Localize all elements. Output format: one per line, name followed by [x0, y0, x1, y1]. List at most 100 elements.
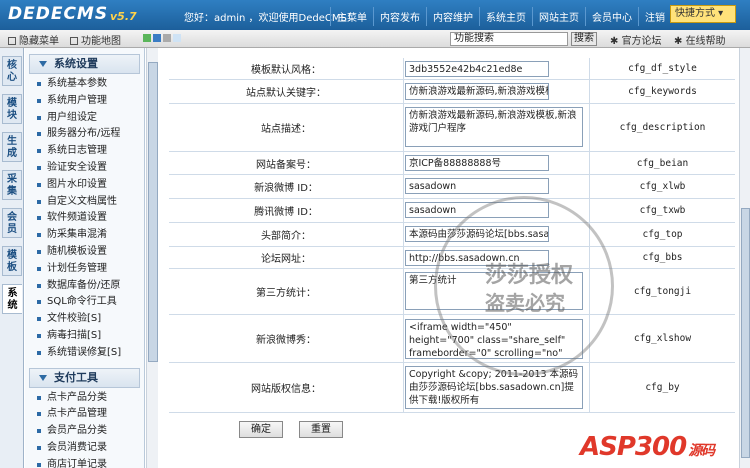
skin-swatch-green[interactable] [143, 34, 151, 42]
search-button[interactable]: 搜索 [571, 32, 597, 46]
top-nav: 主菜单 内容发布 内容维护 系统主页 网站主页 会员中心 注销 [330, 7, 671, 26]
menu-item[interactable]: 随机模板设置 [25, 244, 144, 261]
menu-item[interactable]: 服务器分布/远程 [25, 126, 144, 143]
bullet-icon [37, 233, 41, 238]
hide-menu-button[interactable]: 隐藏菜单 [8, 32, 59, 47]
nav-site-home[interactable]: 网站主页 [532, 7, 585, 26]
menu-item-label: 会员消费记录 [47, 441, 107, 453]
nav-member-center[interactable]: 会员中心 [585, 7, 638, 26]
sitemap-label: 功能地图 [81, 36, 121, 47]
menu-item-label: 点卡产品管理 [47, 408, 107, 420]
menu-item-label: 点卡产品分类 [47, 391, 107, 403]
divider [403, 104, 404, 151]
textarea[interactable]: Copyright &copy; 2011-2013 本源码由莎莎源码论坛[bb… [405, 366, 583, 409]
nav-maintain[interactable]: 内容维护 [426, 7, 479, 26]
nav-logout[interactable]: 注销 [638, 7, 671, 26]
sidebar-scroll-thumb[interactable] [148, 62, 158, 362]
setting-key: cfg_df_style [589, 58, 735, 79]
menu-item[interactable]: 系统基本参数 [25, 76, 144, 93]
setting-label: 站点默认关键字： [246, 88, 326, 99]
submit-button[interactable]: 确定 [239, 421, 283, 438]
tab-generate[interactable]: 生成 [2, 132, 22, 162]
sidebar-scrollbar[interactable] [146, 48, 158, 468]
dedecms-logo[interactable]: DEDECMS [8, 4, 108, 24]
menu-item[interactable]: 会员消费记录 [25, 440, 144, 457]
main-scrollbar[interactable] [739, 48, 750, 468]
setting-label: 站点描述： [261, 124, 311, 135]
help-link[interactable]: ✱ 在线帮助 [674, 32, 726, 47]
menu-item-label: 病毒扫描[S] [47, 329, 102, 341]
sitemap-button[interactable]: 功能地图 [70, 32, 121, 47]
divider [403, 247, 404, 268]
setting-row-copyright: 网站版权信息： Copyright &copy; 2011-2013 本源码由莎… [169, 363, 735, 413]
textarea[interactable]: 仿新浪游戏最新源码,新浪游戏模板,新浪游戏门户程序 [405, 107, 583, 147]
menu-item-label: 数据库备份/还原 [47, 279, 121, 291]
group-system-settings[interactable]: 系统设置 [29, 54, 140, 74]
bullet-icon [37, 462, 41, 467]
menu-item[interactable]: SQL命令行工具 [25, 294, 144, 311]
menu-item-label: 自定义文档属性 [47, 195, 117, 207]
group-title: 系统设置 [54, 57, 98, 70]
menu-item-label: 文件校验[S] [47, 313, 102, 325]
menu-item[interactable]: 验证安全设置 [25, 160, 144, 177]
tab-member[interactable]: 会员 [2, 208, 22, 238]
setting-key: cfg_description [589, 104, 735, 151]
menu-item[interactable]: 数据库备份/还原 [25, 278, 144, 295]
setting-key: cfg_txwb [589, 199, 735, 222]
setting-key: cfg_top [589, 223, 735, 246]
menu-item[interactable]: 系统错误修复[S] [25, 345, 144, 362]
tab-system[interactable]: 系统 [2, 284, 22, 314]
menu-item[interactable]: 系统用户管理 [25, 93, 144, 110]
text-input[interactable]: sasadown [405, 178, 549, 194]
nav-publish[interactable]: 内容发布 [373, 7, 426, 26]
menu-item[interactable]: 软件频道设置 [25, 210, 144, 227]
menu-item-label: 系统用户管理 [47, 94, 107, 106]
skin-swatch-gray[interactable] [163, 34, 171, 42]
menu-item[interactable]: 商店订单记录 [25, 457, 144, 468]
menu-item[interactable]: 点卡产品管理 [25, 406, 144, 423]
nav-system-home[interactable]: 系统主页 [479, 7, 532, 26]
text-input[interactable]: 京ICP备88888888号 [405, 155, 549, 171]
menu-item-label: 软件频道设置 [47, 212, 107, 224]
menu-item-label: 验证安全设置 [47, 161, 107, 173]
reset-button[interactable]: 重置 [299, 421, 343, 438]
nav-main-menu[interactable]: 主菜单 [330, 7, 373, 26]
divider [403, 175, 404, 198]
menu-item[interactable]: 用户组设定 [25, 110, 144, 127]
menu-item[interactable]: 会员产品分类 [25, 423, 144, 440]
main-scroll-thumb[interactable] [741, 208, 750, 458]
menu-item-label: 图片水印设置 [47, 178, 107, 190]
menu-item[interactable]: 图片水印设置 [25, 177, 144, 194]
text-input[interactable]: 仿新浪游戏最新源码,新浪游戏模板 [405, 83, 549, 100]
quick-menu-button[interactable]: 快捷方式 ▾ [670, 5, 736, 23]
grid-icon [8, 37, 16, 45]
forum-link[interactable]: ✱ 官方论坛 [610, 32, 662, 47]
tab-template[interactable]: 模板 [2, 246, 22, 276]
menu-item[interactable]: 自定义文档属性 [25, 194, 144, 211]
skin-swatch-blue[interactable] [153, 34, 161, 42]
group-payment-tools[interactable]: 支付工具 [29, 367, 140, 388]
bullet-icon [37, 266, 41, 271]
setting-label: 网站版权信息： [251, 384, 321, 395]
bullet-icon [37, 249, 41, 254]
setting-label: 腾讯微博 ID： [254, 207, 318, 218]
menu-item-label: SQL命令行工具 [47, 296, 117, 308]
menu-item[interactable]: 计划任务管理 [25, 261, 144, 278]
bullet-icon [37, 412, 41, 417]
function-search-input[interactable]: 功能搜索 [450, 32, 568, 46]
bullet-icon [37, 149, 41, 154]
text-input[interactable]: 3db3552e42b4c21ed8e [405, 61, 549, 77]
menu-item-label: 系统错误修复[S] [47, 346, 122, 358]
menu-item[interactable]: 防采集串混淆 [25, 227, 144, 244]
tab-collect[interactable]: 采集 [2, 170, 22, 200]
tab-module[interactable]: 模块 [2, 94, 22, 124]
bullet-icon [37, 445, 41, 450]
menu-item[interactable]: 点卡产品分类 [25, 390, 144, 407]
divider [403, 152, 404, 174]
setting-key: cfg_by [589, 363, 735, 412]
menu-item[interactable]: 文件校验[S] [25, 311, 144, 328]
skin-swatch-light[interactable] [173, 34, 181, 42]
menu-item[interactable]: 病毒扫描[S] [25, 328, 144, 345]
tab-core[interactable]: 核心 [2, 56, 22, 86]
menu-item[interactable]: 系统日志管理 [25, 143, 144, 160]
